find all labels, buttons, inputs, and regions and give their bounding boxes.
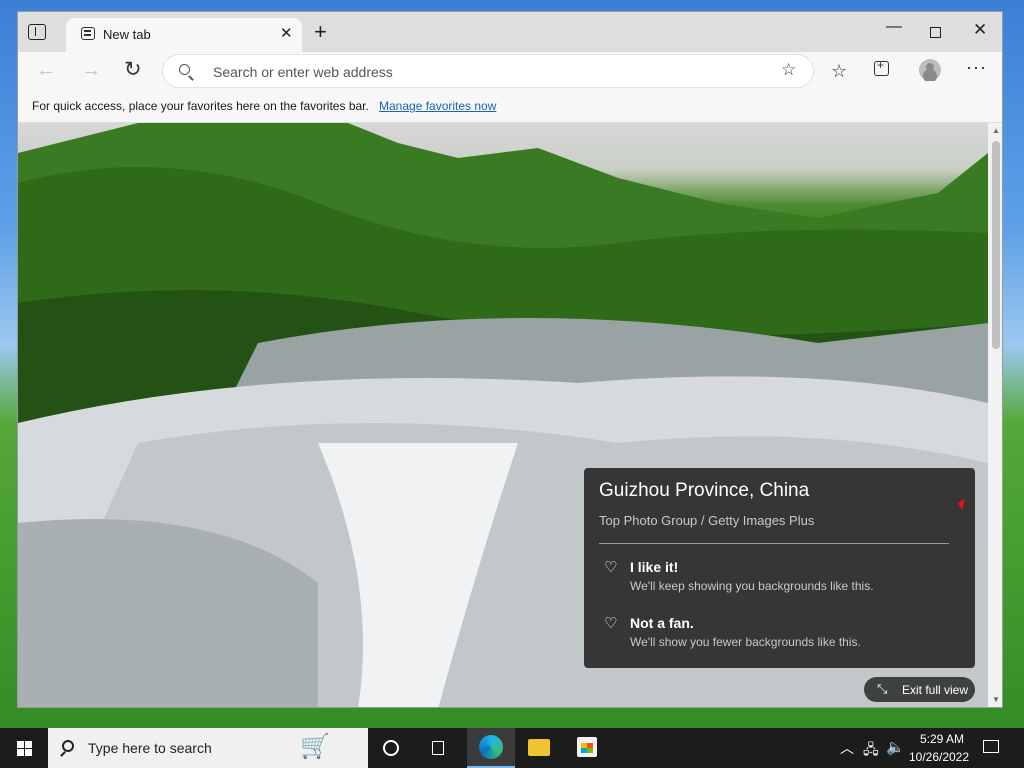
broken-heart-icon[interactable]: ♡ [604,614,617,632]
refresh-icon[interactable]: ↻ [124,59,142,81]
favorites-bar-hint: For quick access, place your favorites h… [32,99,369,113]
heart-icon[interactable]: ♡ [604,558,617,576]
windows-start-icon[interactable] [0,728,48,768]
background-image: Guizhou Province, China Top Photo Group … [18,123,988,707]
notification-icon[interactable] [983,740,999,753]
photo-credit: Top Photo Group / Getty Images Plus [599,513,815,528]
network-icon[interactable]: 🖧 [863,739,879,763]
edge-icon [479,735,503,759]
store-icon [577,737,597,757]
close-window-button[interactable]: ✕ [973,20,987,40]
favorites-bar: For quick access, place your favorites h… [18,90,1002,123]
scroll-down-icon[interactable]: ▼ [992,695,1000,704]
scroll-thumb[interactable] [992,141,1000,349]
tab-strip: New tab ✕ + — ✕ [18,12,1002,52]
folder-icon [528,739,550,756]
close-tab-icon[interactable]: ✕ [280,24,293,42]
maximize-button[interactable] [930,27,941,38]
add-favorite-icon[interactable]: ☆ [781,60,796,80]
taskbar-search-box[interactable]: Type here to search 🛒 [48,728,368,768]
shopping-cart-icon: 🛒 [300,733,330,760]
manage-favorites-link[interactable]: Manage favorites now [379,99,496,113]
search-icon [62,740,74,752]
address-bar[interactable]: ☆ [163,55,813,89]
store-button[interactable] [563,728,611,768]
collections-icon[interactable] [874,58,889,76]
browser-toolbar: ← → ↻ ☆ ☆ ··· [18,52,1002,90]
background-info-card: Guizhou Province, China Top Photo Group … [584,468,975,668]
back-arrow-icon[interactable]: ← [36,59,56,81]
collapse-icon: ⤡ [877,681,888,696]
new-tab-page-icon [81,27,95,40]
task-view-icon[interactable] [430,741,446,755]
browser-window: New tab ✕ + — ✕ ← → ↻ ☆ ☆ ··· For quick … [17,11,1003,708]
minimize-button[interactable]: — [886,18,902,36]
clock-time[interactable]: 5:29 AM [916,732,968,746]
more-options-icon[interactable]: ··· [966,57,987,78]
tab-title: New tab [103,27,151,42]
dislike-description: We'll show you fewer backgrounds like th… [630,635,861,649]
volume-icon[interactable]: 🔈 [886,738,905,756]
exit-full-view-button[interactable]: ⤡ Exit full view [864,677,975,702]
exit-full-view-label: Exit full view [902,683,969,697]
scroll-up-icon[interactable]: ▲ [992,126,1000,135]
tab-new-tab[interactable]: New tab ✕ [66,18,302,52]
cortana-icon[interactable] [383,740,399,756]
vertical-scrollbar[interactable]: ▲ ▼ [988,123,1002,707]
favorites-icon[interactable]: ☆ [831,61,847,82]
edge-taskbar-button[interactable] [467,728,515,768]
divider [599,543,949,544]
taskbar: Type here to search 🛒 ︿ 🖧 🔈 5:29 AM 10/2… [0,728,1024,768]
profile-avatar-icon[interactable] [919,59,941,81]
forward-arrow-icon[interactable]: → [81,59,101,81]
dislike-option[interactable]: Not a fan. [630,615,694,631]
taskbar-search-placeholder: Type here to search [88,740,212,756]
like-option[interactable]: I like it! [630,559,678,575]
chevron-up-icon[interactable]: ︿ [840,738,854,758]
clock-date[interactable]: 10/26/2022 [906,750,972,764]
new-tab-button[interactable]: + [314,21,327,43]
search-icon [179,64,190,75]
like-description: We'll keep showing you backgrounds like … [630,579,874,593]
file-explorer-button[interactable] [515,728,563,768]
tab-actions-icon[interactable] [28,24,46,40]
card-title: Guizhou Province, China [599,480,810,501]
address-input[interactable] [211,55,775,89]
